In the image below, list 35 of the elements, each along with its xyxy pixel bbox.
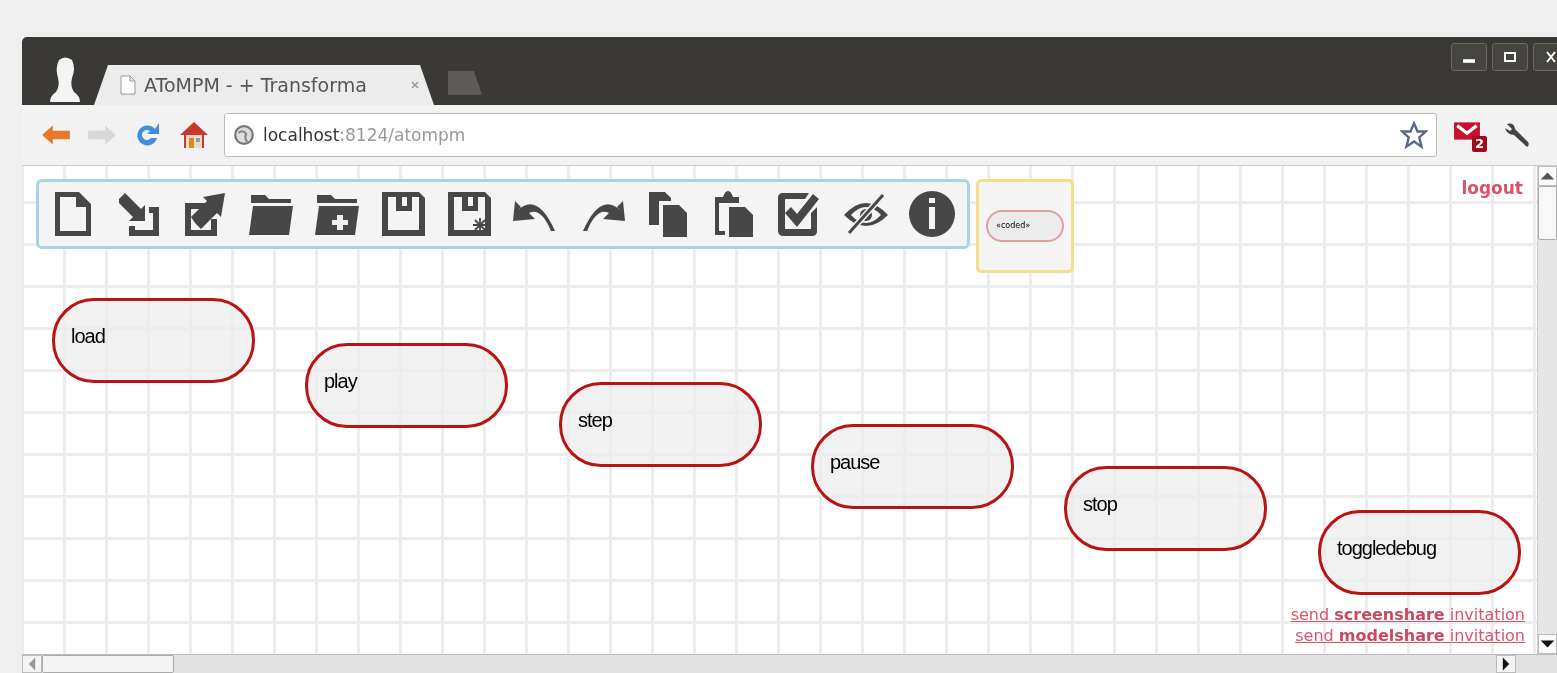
page-icon [120,75,136,95]
scroll-up-icon[interactable] [1538,166,1557,186]
state-node[interactable]: load [52,298,255,383]
palette-node[interactable]: «coded» [986,210,1064,242]
mail-button[interactable]: 2 [1453,118,1487,152]
state-node[interactable]: pause [811,424,1014,509]
logout-link[interactable]: logout [1461,178,1523,198]
tab-title: AToMPM - + Transforma [144,74,368,96]
close-icon [1544,50,1557,64]
minimize-button[interactable] [1451,43,1487,71]
url-text: localhost:8124/atompm [263,125,467,145]
globe-icon [233,124,255,146]
scroll-thumb[interactable] [42,655,174,673]
scroll-left-icon[interactable] [22,655,42,673]
profile-icon[interactable] [50,55,80,103]
invitation-link[interactable]: send screenshare invitation [1290,604,1525,625]
star-icon[interactable] [1400,121,1428,149]
minimize-icon [1463,59,1475,63]
state-node[interactable]: stop [1064,466,1267,551]
maximize-button[interactable] [1492,43,1528,71]
browser-tab[interactable]: AToMPM - + Transforma [94,65,434,105]
scroll-right-icon[interactable] [1496,655,1516,673]
state-node[interactable]: toggledebug [1318,510,1521,595]
state-node[interactable]: play [305,343,508,428]
scroll-down-icon[interactable] [1538,634,1557,654]
maximize-icon [1503,50,1517,64]
address-bar[interactable]: localhost:8124/atompm [224,113,1437,157]
vertical-scrollbar[interactable] [1537,166,1557,654]
info-icon[interactable] [907,189,957,239]
invitation-link[interactable]: send modelshare invitation [1295,625,1525,646]
home-icon[interactable] [178,120,210,150]
scroll-thumb[interactable] [1538,186,1557,240]
horizontal-scrollbar[interactable] [22,654,1557,673]
state-node[interactable]: step [559,382,762,467]
mail-count-badge: 2 [1471,136,1487,152]
